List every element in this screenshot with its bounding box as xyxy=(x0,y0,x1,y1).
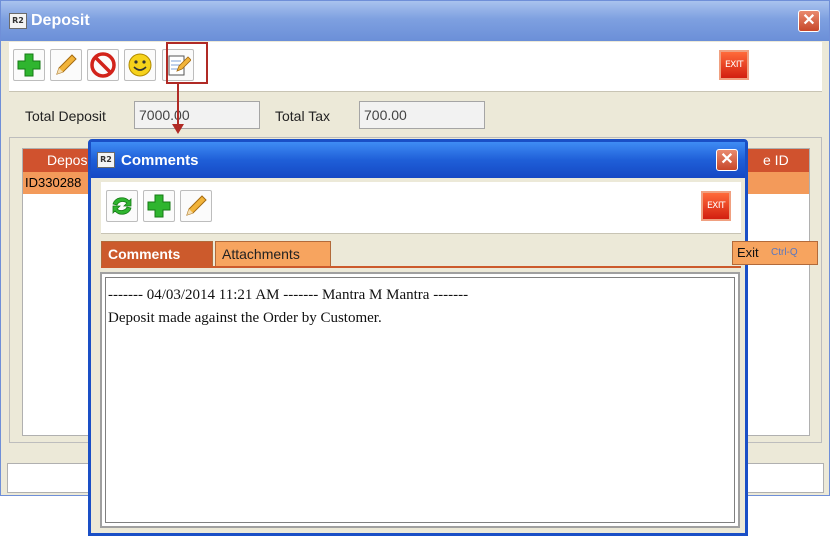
deposit-title-bar[interactable]: R2 Deposit ✕ xyxy=(1,1,829,41)
comments-button-highlight xyxy=(166,42,208,84)
grid-header-id[interactable]: e ID xyxy=(763,152,789,168)
plus-icon xyxy=(17,53,41,77)
grid-cell-id: ID330288 xyxy=(25,175,82,190)
total-tax-field[interactable]: 700.00 xyxy=(359,101,485,129)
comment-body-line: Deposit made against the Order by Custom… xyxy=(108,310,382,326)
add-button[interactable] xyxy=(13,49,45,81)
deposit-exit-button[interactable]: EXIT xyxy=(719,50,749,80)
grid-header-deposit[interactable]: Depos xyxy=(47,152,87,168)
tab-underline xyxy=(101,266,741,268)
add-comment-button[interactable] xyxy=(143,190,175,222)
smiley-icon xyxy=(128,53,152,77)
app-icon: R2 xyxy=(9,13,27,29)
edit-button[interactable] xyxy=(50,49,82,81)
total-tax-label: Total Tax xyxy=(275,108,330,124)
plus-icon xyxy=(147,194,171,218)
app-icon: R2 xyxy=(97,152,115,168)
deposit-window-title: Deposit xyxy=(31,12,90,29)
comments-dialog: R2 Comments ✕ EXIT Comments Attachments xyxy=(88,139,748,536)
comments-exit-button[interactable]: EXIT xyxy=(701,191,731,221)
comment-area: ------- 04/03/2014 11:21 AM ------- Mant… xyxy=(100,272,740,528)
comments-dialog-title: Comments xyxy=(121,152,199,169)
refresh-button[interactable] xyxy=(106,190,138,222)
annotation-arrow xyxy=(177,84,179,126)
pencil-icon xyxy=(186,195,207,216)
tab-comments[interactable]: Comments xyxy=(101,241,213,267)
smiley-button[interactable] xyxy=(124,49,156,81)
annotation-arrow-head xyxy=(172,124,184,134)
exit-shortcut-hint[interactable]: Exit Ctrl-Q xyxy=(732,241,818,265)
pencil-icon xyxy=(56,54,77,75)
comments-toolbar: EXIT xyxy=(101,182,741,234)
no-entry-icon xyxy=(90,52,116,78)
exit-shortcut-label: Exit xyxy=(737,245,759,260)
deposit-toolbar: EXIT xyxy=(9,42,822,92)
cancel-button[interactable] xyxy=(87,49,119,81)
exit-shortcut-key: Ctrl-Q xyxy=(771,247,798,258)
deposit-close-button[interactable]: ✕ xyxy=(798,10,820,32)
tab-attachments[interactable]: Attachments xyxy=(215,241,331,267)
comments-close-button[interactable]: ✕ xyxy=(716,149,738,171)
refresh-icon xyxy=(112,197,132,215)
comments-title-bar[interactable]: R2 Comments ✕ xyxy=(91,142,745,178)
edit-comment-button[interactable] xyxy=(180,190,212,222)
total-deposit-field[interactable]: 7000.00 xyxy=(134,101,260,129)
comment-textarea[interactable]: ------- 04/03/2014 11:21 AM ------- Mant… xyxy=(105,277,735,523)
total-deposit-label: Total Deposit xyxy=(25,108,106,124)
comment-header-line: ------- 04/03/2014 11:21 AM ------- Mant… xyxy=(108,287,469,303)
